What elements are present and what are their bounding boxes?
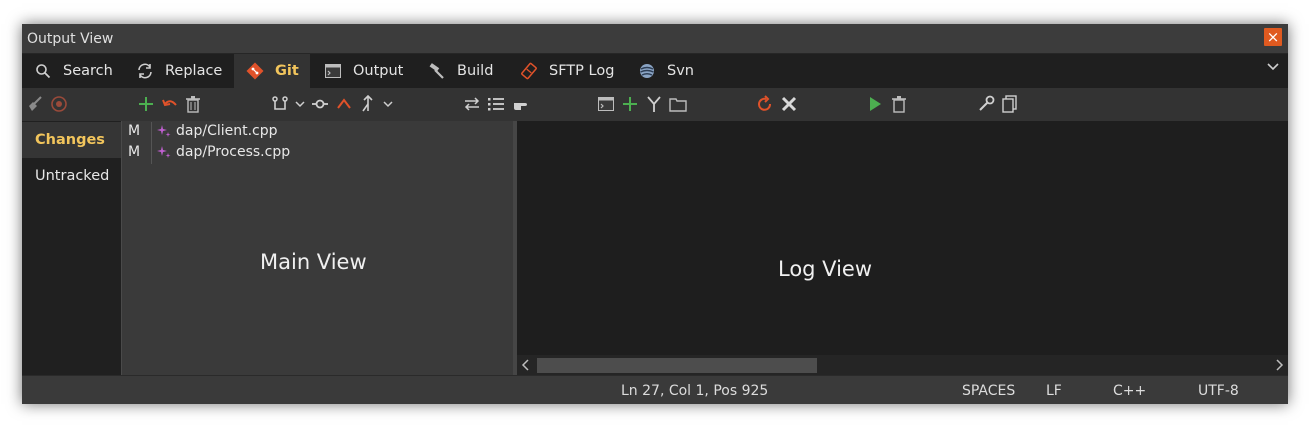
log-view-label: Log View: [778, 257, 873, 281]
push-icon[interactable]: [334, 94, 354, 114]
tab-label: Replace: [165, 63, 223, 79]
add-icon[interactable]: [136, 94, 156, 114]
tab-output[interactable]: Output: [312, 54, 410, 88]
list-item[interactable]: M dap/Client.cpp: [122, 122, 514, 143]
undo-icon[interactable]: [160, 94, 180, 114]
terminal-icon: [324, 62, 342, 80]
log-view: Log View: [517, 121, 1288, 375]
tab-svn[interactable]: Svn: [626, 54, 706, 88]
file-encoding[interactable]: UTF-8: [1198, 383, 1239, 399]
merge-icon[interactable]: [358, 94, 378, 114]
chevron-down-icon[interactable]: [378, 94, 398, 114]
status-bar: Ln 27, Col 1, Pos 925 SPACES LF C++ UTF-…: [22, 375, 1288, 404]
hammer-icon: [428, 62, 446, 80]
file-status: M: [128, 123, 141, 139]
tab-label: Build: [457, 63, 494, 79]
file-name: dap/Client.cpp: [176, 123, 278, 139]
play-icon[interactable]: [865, 94, 885, 114]
sidebar-item-changes[interactable]: Changes: [22, 122, 121, 158]
file-name: dap/Process.cpp: [176, 144, 291, 160]
tab-label: Svn: [667, 63, 694, 79]
svn-icon: [638, 62, 656, 80]
chevron-right-icon[interactable]: [1274, 359, 1284, 371]
horizontal-scrollbar[interactable]: [517, 355, 1288, 375]
sftp-icon: [520, 62, 538, 80]
file-status: M: [128, 144, 141, 160]
cursor-position[interactable]: Ln 27, Col 1, Pos 925: [621, 383, 768, 399]
chevron-down-icon[interactable]: [290, 94, 310, 114]
terminal-icon[interactable]: [596, 94, 616, 114]
close-button[interactable]: ×: [1264, 28, 1282, 46]
sparkle-icon: [157, 124, 171, 138]
indent-mode[interactable]: SPACES: [962, 383, 1015, 399]
tab-build[interactable]: Build: [416, 54, 504, 88]
tab-label: Search: [63, 63, 113, 79]
commit-icon[interactable]: [310, 94, 330, 114]
trash-icon[interactable]: [183, 94, 203, 114]
tab-label: Git: [275, 63, 299, 79]
line-ending[interactable]: LF: [1046, 383, 1062, 399]
tools-cross-icon[interactable]: [779, 94, 799, 114]
list-item[interactable]: M dap/Process.cpp: [122, 143, 514, 164]
tab-replace[interactable]: Replace: [124, 54, 234, 88]
add-icon[interactable]: [620, 94, 640, 114]
fork-icon[interactable]: [644, 94, 664, 114]
swap-icon[interactable]: [462, 94, 482, 114]
trash-icon[interactable]: [889, 94, 909, 114]
tab-search[interactable]: Search: [22, 54, 122, 88]
git-toolbar: [22, 88, 1288, 121]
language-mode[interactable]: C++: [1113, 383, 1146, 399]
stop-icon[interactable]: [49, 94, 69, 114]
replace-icon: [136, 62, 154, 80]
main-view-label: Main View: [260, 250, 367, 274]
pointer-hand-icon[interactable]: [510, 94, 530, 114]
main-view: M dap/Client.cpp M dap/Process.cpp Main …: [121, 121, 514, 375]
output-view-panel: Output View × Search Replace Git Output …: [22, 24, 1288, 404]
tab-label: SFTP Log: [549, 63, 615, 79]
copy-icon[interactable]: [1000, 94, 1020, 114]
folder-icon[interactable]: [668, 94, 688, 114]
tab-sftp-log[interactable]: SFTP Log: [508, 54, 620, 88]
git-sidebar: Changes Untracked: [22, 121, 121, 375]
window-title: Output View: [27, 31, 114, 47]
tab-git[interactable]: Git: [234, 54, 310, 88]
chevron-down-icon[interactable]: [1266, 62, 1280, 72]
scrollbar-thumb[interactable]: [537, 358, 817, 373]
wrench-icon[interactable]: [976, 94, 996, 114]
list-icon[interactable]: [486, 94, 506, 114]
sidebar-item-untracked[interactable]: Untracked: [22, 158, 121, 194]
sparkle-icon: [157, 145, 171, 159]
column-divider: [151, 122, 152, 143]
git-icon: [246, 62, 264, 80]
title-bar: Output View ×: [22, 24, 1288, 54]
column-divider: [151, 143, 152, 164]
tab-bar: Search Replace Git Output Build SFTP Log…: [22, 54, 1288, 88]
search-icon: [34, 62, 52, 80]
tab-label: Output: [353, 63, 404, 79]
refresh-icon[interactable]: [755, 94, 775, 114]
branch-icon[interactable]: [270, 94, 290, 114]
chevron-left-icon[interactable]: [521, 359, 531, 371]
broom-icon[interactable]: [25, 94, 45, 114]
